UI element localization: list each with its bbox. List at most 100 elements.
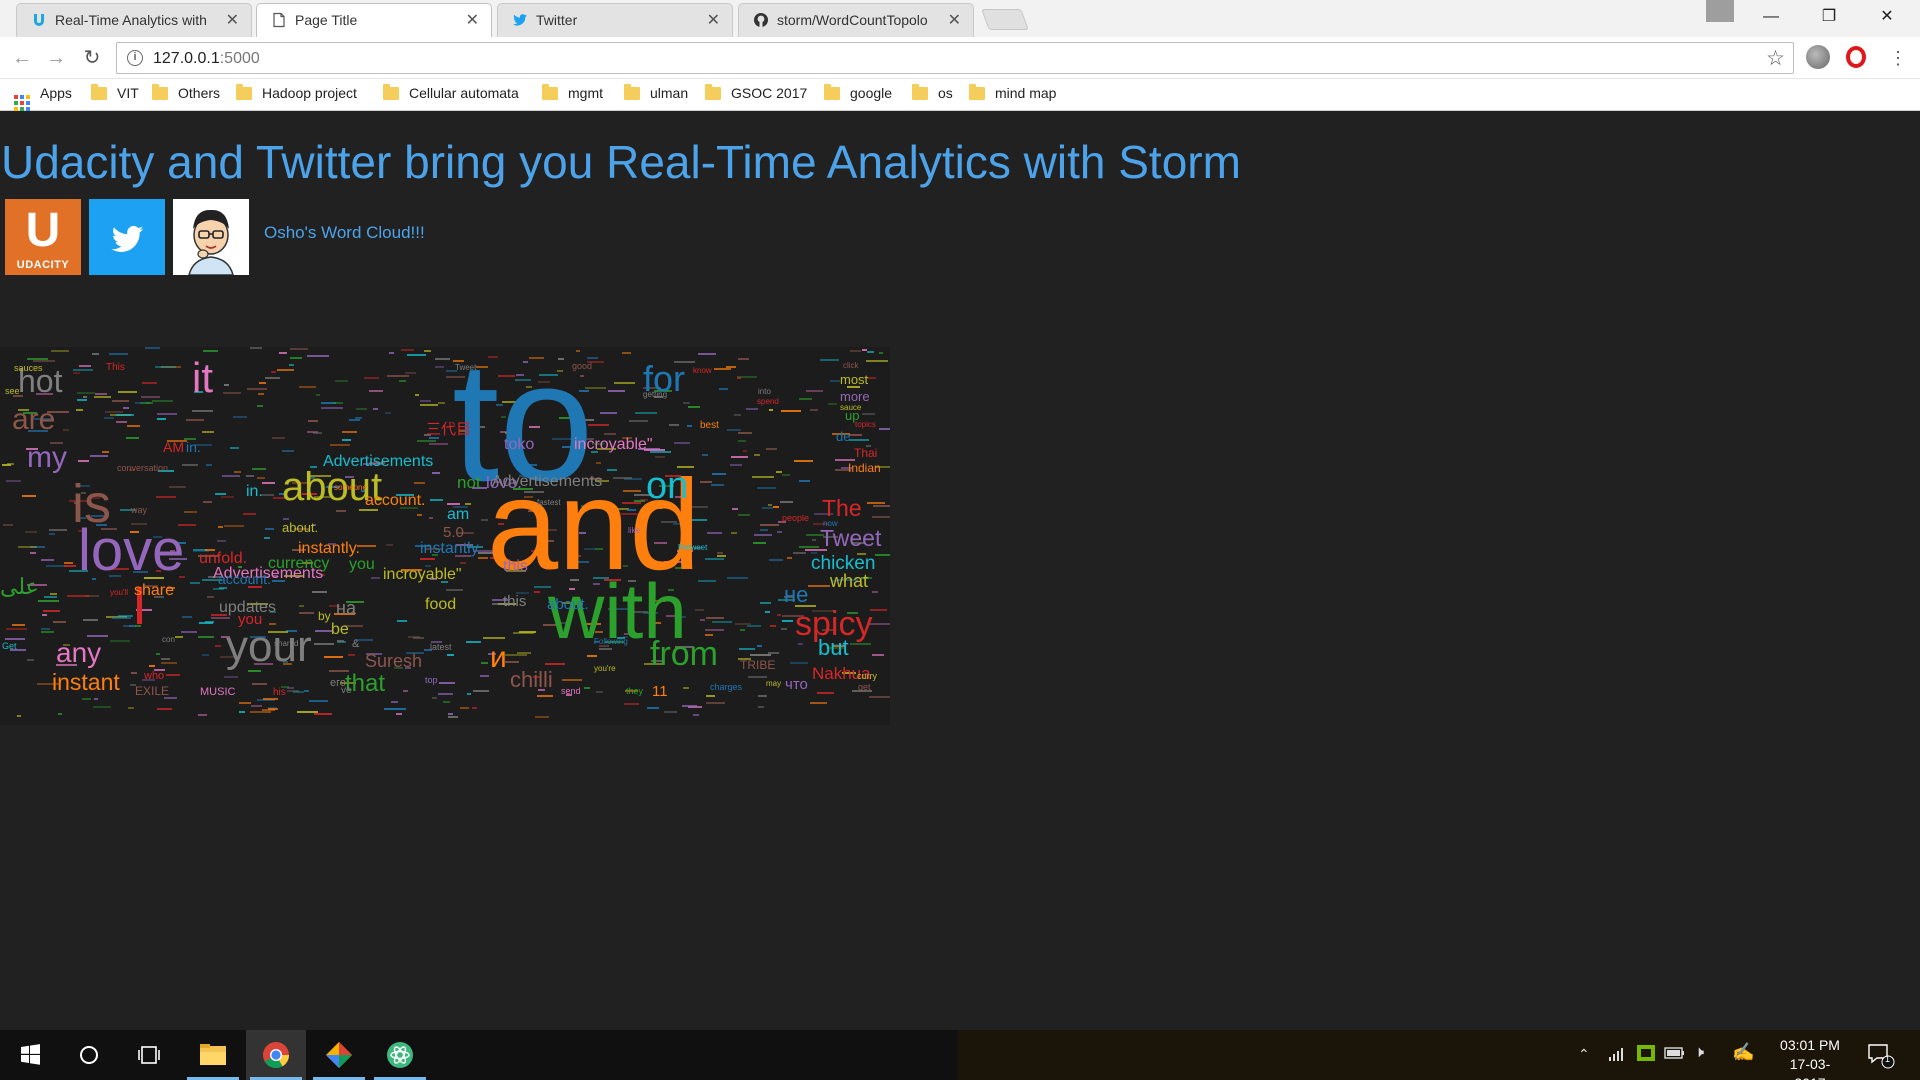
bookmark-label: os <box>938 85 953 101</box>
battery-icon[interactable] <box>1664 1045 1686 1064</box>
bookmark-folder-google[interactable]: google <box>824 85 892 105</box>
word-cloud-word: 11 <box>652 684 668 699</box>
windows-start-icon[interactable] <box>0 1030 60 1080</box>
word-cloud-tiny-word <box>812 539 816 541</box>
folder-icon <box>705 87 721 100</box>
word-cloud-word: chilli <box>510 669 553 691</box>
word-cloud-tiny-word <box>705 629 723 631</box>
word-cloud-tiny-word <box>161 658 170 660</box>
folder-icon <box>912 87 928 100</box>
word-cloud-tiny-word <box>782 474 790 476</box>
word-cloud-tiny-word <box>314 643 334 645</box>
url-port: :5000 <box>220 50 260 67</box>
word-cloud-tiny-word <box>116 414 134 416</box>
close-icon[interactable]: ✕ <box>226 10 239 30</box>
udacity-logo-word: UDACITY <box>5 259 81 271</box>
close-icon[interactable]: ✕ <box>707 10 720 30</box>
nvidia-icon[interactable] <box>1636 1044 1656 1065</box>
word-cloud-tiny-word <box>246 475 254 477</box>
bookmark-star-icon[interactable]: ☆ <box>1766 46 1785 71</box>
show-hidden-icons-chevron-icon[interactable]: ⌃ <box>1578 1046 1590 1063</box>
word-cloud-tiny-word <box>799 546 818 548</box>
word-cloud-tiny-word <box>83 619 99 621</box>
word-cloud-tiny-word <box>787 557 793 559</box>
close-icon[interactable]: ✕ <box>466 10 479 30</box>
word-cloud-tiny-word <box>109 353 127 355</box>
bookmark-folder-vit[interactable]: VIT <box>91 85 139 105</box>
search-circle-icon[interactable] <box>60 1030 120 1080</box>
git-kraken-icon[interactable] <box>309 1030 369 1080</box>
network-signal-icon[interactable] <box>1608 1047 1624 1064</box>
word-cloud-tiny-word <box>687 425 692 427</box>
atom-app-icon[interactable] <box>370 1030 430 1080</box>
bookmark-folder-ulman[interactable]: ulman <box>624 85 688 105</box>
bookmark-folder-others[interactable]: Others <box>152 85 220 105</box>
pen-workspace-icon[interactable]: ✍ <box>1732 1042 1754 1063</box>
minimize-button[interactable]: — <box>1742 0 1800 34</box>
word-cloud-tiny-word <box>714 368 731 370</box>
word-cloud-tiny-word <box>126 437 139 439</box>
restore-button[interactable]: ❐ <box>1800 0 1858 34</box>
bookmark-apps[interactable]: Apps <box>14 85 72 105</box>
word-cloud-tiny-word <box>356 408 368 410</box>
word-cloud-word: sauces <box>14 364 43 373</box>
word-cloud-tiny-word <box>49 529 67 531</box>
word-cloud-tiny-word <box>156 496 176 498</box>
forward-arrow-icon[interactable]: → <box>44 46 68 70</box>
chrome-icon[interactable] <box>246 1030 306 1080</box>
word-cloud-link[interactable]: Osho's Word Cloud!!! <box>264 223 425 243</box>
word-cloud-tiny-word <box>50 593 57 595</box>
task-view-icon[interactable] <box>120 1030 180 1080</box>
word-cloud-tiny-word <box>820 359 839 361</box>
word-cloud-tiny-word <box>867 351 874 353</box>
bookmark-folder-gsoc[interactable]: GSOC 2017 <box>705 85 807 105</box>
clock-time: 03:01 PM <box>1775 1036 1845 1055</box>
extension-icon[interactable] <box>1806 45 1830 69</box>
word-cloud-tiny-word <box>156 653 161 655</box>
word-cloud-tiny-word <box>765 611 770 613</box>
tab-github-storm[interactable]: storm/WordCountTopolo ✕ <box>738 3 974 37</box>
tab-page-title[interactable]: Page Title ✕ <box>256 3 492 37</box>
tab-title: storm/WordCountTopolo <box>777 12 937 28</box>
address-bar[interactable]: i 127.0.0.1:5000 ☆ <box>116 42 1794 74</box>
word-cloud-tiny-word <box>460 707 469 709</box>
menu-icon[interactable]: ⋮ <box>1886 46 1910 70</box>
action-center-icon[interactable]: 1 <box>1866 1042 1896 1073</box>
info-icon[interactable]: i <box>127 50 143 66</box>
word-cloud-word: share <box>134 583 174 599</box>
word-cloud-tiny-word <box>264 537 270 539</box>
word-cloud-tiny-word <box>271 371 276 373</box>
word-cloud-tiny-word <box>203 350 218 352</box>
close-icon[interactable]: ✕ <box>948 10 961 30</box>
word-cloud-word: conversation <box>117 464 168 473</box>
word-cloud-tiny-word <box>293 691 304 693</box>
word-cloud-word: this <box>503 559 528 575</box>
volume-icon[interactable]: 🕨 <box>1694 1044 1704 1062</box>
bookmark-folder-os[interactable]: os <box>912 85 953 105</box>
tab-realtime-analytics[interactable]: Real-Time Analytics with ✕ <box>16 3 252 37</box>
word-cloud-tiny-word <box>600 412 617 414</box>
word-cloud-tiny-word <box>401 349 414 351</box>
word-cloud-tiny-word <box>447 654 454 656</box>
reload-icon[interactable]: ↻ <box>80 46 104 70</box>
tab-twitter[interactable]: Twitter ✕ <box>497 3 733 37</box>
opera-icon[interactable] <box>1846 46 1866 68</box>
word-cloud-tiny-word <box>717 555 726 557</box>
bookmark-folder-mgmt[interactable]: mgmt <box>542 85 603 105</box>
bookmark-folder-cellular[interactable]: Cellular automata <box>383 85 519 105</box>
bookmark-folder-mind-map[interactable]: mind map <box>969 85 1056 105</box>
word-cloud-tiny-word <box>259 382 267 384</box>
bookmark-folder-hadoop[interactable]: Hadoop project <box>236 85 357 105</box>
file-explorer-icon[interactable] <box>183 1030 243 1080</box>
clock[interactable]: 03:01 PM 17-03-2017 <box>1775 1036 1845 1080</box>
word-cloud-tiny-word <box>719 388 728 390</box>
word-cloud-tiny-word <box>30 552 36 554</box>
profile-icon[interactable] <box>1706 0 1734 22</box>
word-cloud-tiny-word <box>250 347 262 349</box>
word-cloud-word: see <box>5 387 20 396</box>
word-cloud-tiny-word <box>215 645 221 647</box>
word-cloud-tiny-word <box>777 531 782 533</box>
back-arrow-icon[interactable]: ← <box>10 46 34 70</box>
close-window-button[interactable]: ✕ <box>1858 0 1916 34</box>
new-tab-button[interactable] <box>981 9 1029 30</box>
